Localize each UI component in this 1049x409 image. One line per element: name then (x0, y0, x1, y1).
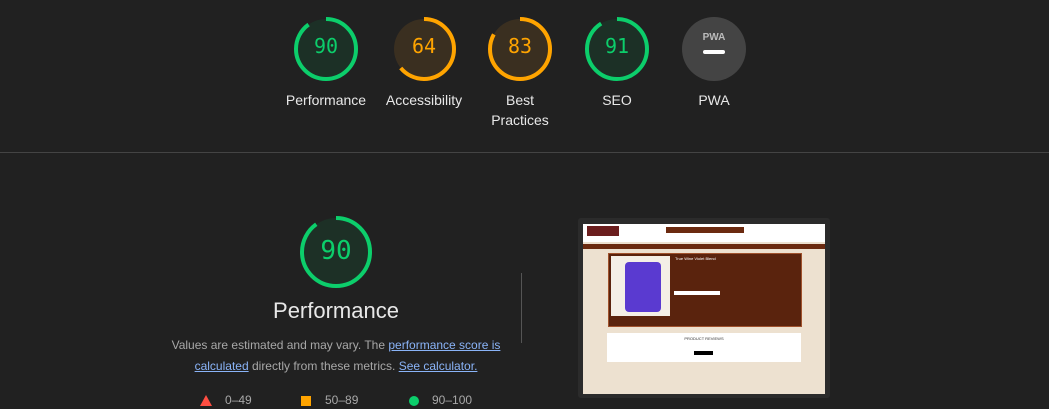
legend-fail: 0–49 (225, 393, 252, 407)
score-value: 91 (604, 34, 630, 58)
pwa-badge-text: PWA (703, 32, 726, 43)
circle-icon (409, 395, 419, 409)
screenshot-reviews-heading: PRODUCT REVIEWS (684, 336, 724, 341)
square-icon (301, 395, 311, 409)
performance-score: 90 (320, 236, 352, 266)
desc-text: Values are estimated and may vary. The (171, 338, 389, 352)
vertical-divider (521, 273, 522, 343)
score-value: 90 (313, 34, 339, 58)
see-calculator-link[interactable]: See calculator. (399, 359, 478, 373)
category-label: Accessibility (385, 92, 463, 108)
gauge-pwa[interactable]: PWA PWA (664, 16, 764, 110)
performance-gauge-large: 90 (236, 214, 436, 290)
final-screenshot[interactable]: True Wine Violet Blend PRODUCT REVIEWS (578, 218, 830, 398)
score-value: 83 (507, 34, 533, 58)
category-label: Best Practices (491, 92, 549, 128)
legend-pass: 90–100 (432, 393, 473, 407)
desc-text: directly from these metrics. (248, 359, 399, 373)
divider (0, 152, 1049, 153)
category-label: PWA (698, 92, 730, 108)
gauge-performance[interactable]: 90 Performance (276, 16, 376, 110)
category-label: SEO (602, 92, 632, 108)
score-value: 64 (411, 34, 437, 58)
category-label: Performance (285, 92, 367, 108)
gauge-seo[interactable]: 91 SEO (567, 16, 667, 110)
pwa-icon: PWA (682, 17, 746, 81)
legend-average: 50–89 (325, 393, 359, 407)
gauge-accessibility[interactable]: 64 Accessibility (374, 16, 474, 110)
screenshot-product-title: True Wine Violet Blend (675, 256, 716, 261)
performance-title: Performance (273, 298, 399, 323)
performance-description: Values are estimated and may vary. The p… (170, 335, 502, 377)
triangle-icon (200, 395, 212, 409)
gauge-best-practices[interactable]: 83 Best Practices (470, 16, 570, 130)
page-screenshot-image: True Wine Violet Blend PRODUCT REVIEWS (583, 224, 825, 394)
